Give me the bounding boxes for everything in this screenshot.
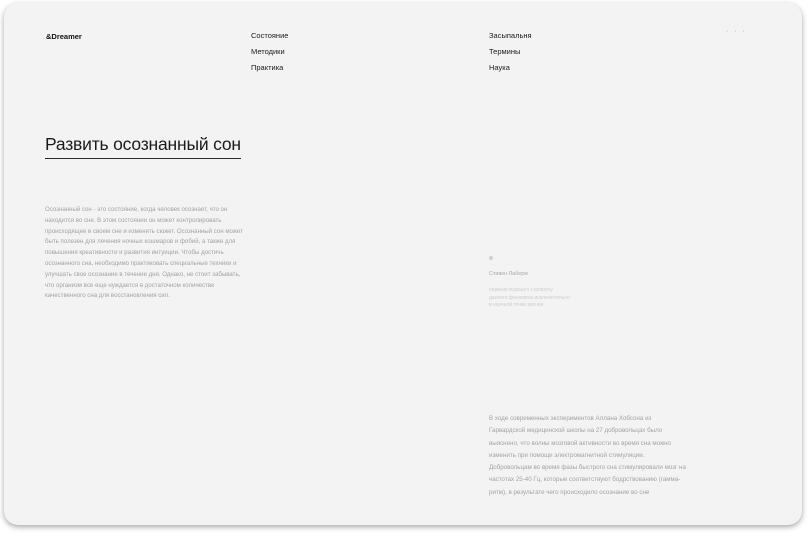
research-paragraph: В ходе современных экспериментов Аллана …: [489, 415, 686, 496]
nav-link-science[interactable]: Наука: [489, 60, 532, 76]
brand-logo[interactable]: &Dreamer: [46, 32, 82, 41]
quote-bullet-icon: [489, 256, 493, 260]
nav-link-sleep-room[interactable]: Засыпальня: [489, 28, 532, 44]
quote-text: первым подошёл к вопросу данного феномен…: [489, 287, 570, 309]
quote-author: Стивен Лаберж: [489, 271, 528, 277]
nav-link-terms[interactable]: Термины: [489, 44, 532, 60]
nav-link-state[interactable]: Состояние: [251, 28, 288, 44]
nav-column-1: Состояние Методики Практика: [251, 28, 288, 76]
page-card: &Dreamer Состояние Методики Практика Зас…: [4, 3, 802, 525]
intro-paragraph: Осознанный сон - это состояние, когда че…: [45, 206, 243, 300]
more-menu-icon[interactable]: · · ·: [726, 28, 747, 35]
nav-link-practice[interactable]: Практика: [251, 60, 288, 76]
nav-link-methods[interactable]: Методики: [251, 44, 288, 60]
nav-column-2: Засыпальня Термины Наука: [489, 28, 532, 76]
page-title: Развить осознанный сон: [45, 134, 241, 159]
